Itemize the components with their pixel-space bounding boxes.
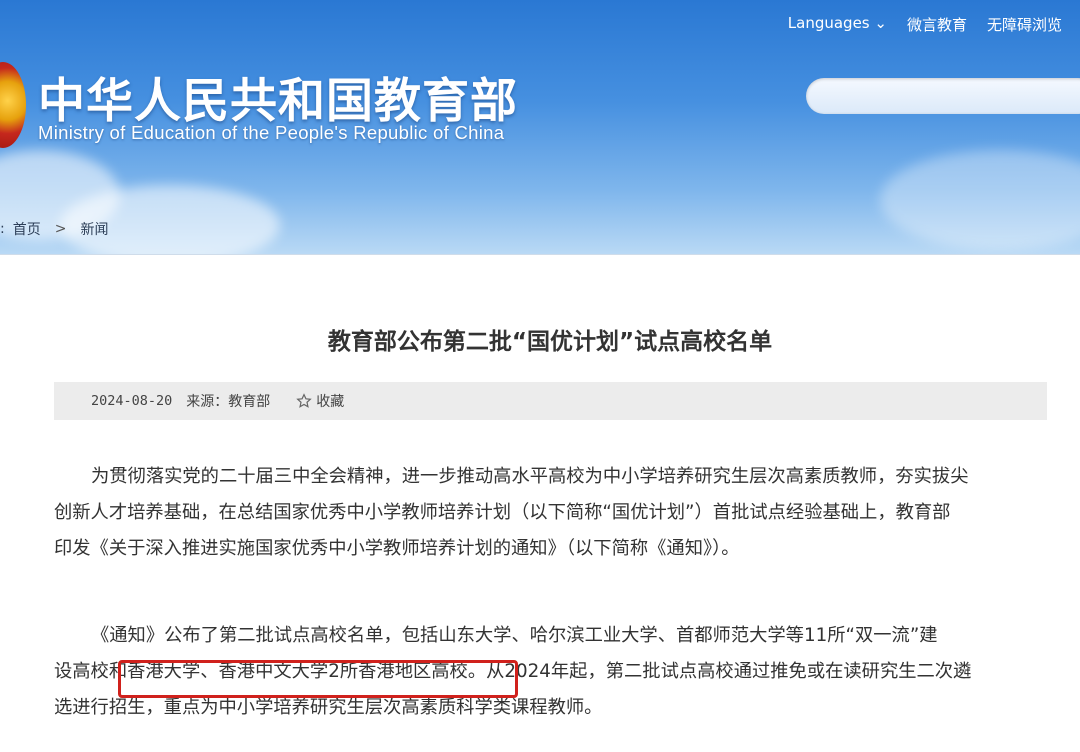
breadcrumb: : 首页 > 新闻	[0, 219, 108, 239]
breadcrumb-home-link[interactable]: 首页	[13, 219, 41, 239]
chevron-down-icon: ⌄	[874, 14, 887, 32]
breadcrumb-news-link[interactable]: 新闻	[80, 219, 108, 239]
article-date: 2024-08-20	[91, 393, 173, 409]
paragraph-line: 为贯彻落实党的二十届三中全会精神，进一步推动高水平高校为中小学培养研究生层次高素…	[91, 466, 969, 487]
article-title: 教育部公布第二批“国优计划”试点高校名单	[327, 329, 773, 355]
top-nav: Languages ⌄ 微言教育 无障碍浏览	[788, 14, 1062, 35]
star-icon	[296, 393, 313, 408]
accessibility-link[interactable]: 无障碍浏览	[987, 14, 1062, 35]
article-meta-bar: 2024-08-20 来源：教育部 收藏	[54, 382, 1047, 420]
breadcrumb-prefix: :	[0, 221, 5, 237]
site-subtitle: Ministry of Education of the People's Re…	[38, 122, 505, 143]
paragraph-line: 印发《关于深入推进实施国家优秀中小学教师培养计划的通知》（以下简称《通知》）。	[54, 538, 740, 559]
languages-label: Languages	[787, 14, 870, 32]
weiyan-link[interactable]: 微言教育	[907, 14, 967, 35]
header-cloud-decoration	[880, 150, 1080, 250]
highlight-annotation-box	[118, 660, 518, 698]
article-source: 来源：教育部	[186, 394, 271, 410]
favorite-button[interactable]: 收藏	[296, 391, 344, 411]
paragraph-line: 《通知》公布了第二批试点高校名单，包括山东大学、哈尔滨工业大学、首都师范大学等1…	[91, 625, 938, 646]
article-paragraph-1: 为贯彻落实党的二十届三中全会精神，进一步推动高水平高校为中小学培养研究生层次高素…	[54, 459, 1054, 567]
languages-menu[interactable]: Languages ⌄	[788, 14, 887, 35]
paragraph-line: 创新人才培养基础，在总结国家优秀中小学教师培养计划（以下简称“国优计划”）首批试…	[54, 502, 951, 523]
site-header: 中华人民共和国教育部 Ministry of Education of the …	[0, 0, 1080, 254]
breadcrumb-separator: >	[54, 221, 67, 237]
header-divider	[0, 254, 1080, 255]
search-input[interactable]	[806, 78, 1080, 114]
favorite-label: 收藏	[316, 394, 345, 410]
national-emblem-icon[interactable]	[0, 62, 26, 148]
site-title[interactable]: 中华人民共和国教育部	[38, 62, 518, 131]
